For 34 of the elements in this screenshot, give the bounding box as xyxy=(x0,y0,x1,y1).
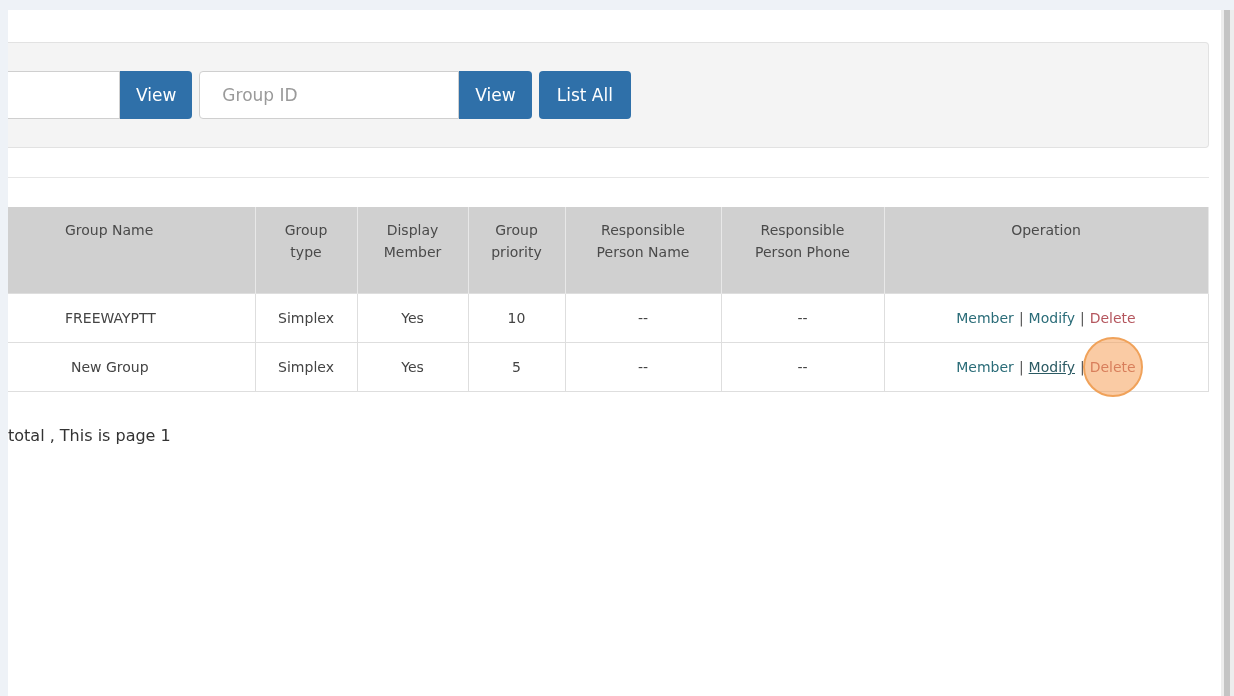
action-link[interactable]: Modify xyxy=(1028,310,1075,326)
action-link[interactable]: Member xyxy=(956,359,1014,375)
search-field[interactable] xyxy=(8,71,120,119)
view-button[interactable]: View xyxy=(459,71,532,119)
table-cell: Yes xyxy=(357,342,468,392)
list-all-button[interactable]: List All xyxy=(538,71,631,119)
view-button[interactable]: View xyxy=(120,71,193,119)
table-cell: 5 xyxy=(468,342,565,392)
separator-text: | xyxy=(1080,310,1085,326)
table-cell: New Group xyxy=(8,342,255,392)
table-cell: -- xyxy=(565,293,721,343)
table-cell: Simplex xyxy=(255,342,357,392)
table-cell: Yes xyxy=(357,293,468,343)
separator-text: | xyxy=(1080,359,1085,375)
delete-link[interactable]: Delete xyxy=(1089,310,1136,326)
column-header: Display Member xyxy=(357,207,468,294)
column-header: Operation xyxy=(884,207,1208,294)
separator-text: | xyxy=(1018,359,1024,375)
pagination-text: total , This is page 1 xyxy=(8,426,171,445)
table-cell: Simplex xyxy=(255,293,357,343)
column-header: Group priority xyxy=(468,207,565,294)
table-cell: -- xyxy=(721,342,884,392)
table-cell: -- xyxy=(721,293,884,343)
column-header: Responsible Person Name xyxy=(565,207,721,294)
table-cell: -- xyxy=(565,342,721,392)
search-field[interactable]: Group ID xyxy=(199,71,460,119)
table-cell: FREEWAYPTT xyxy=(8,293,255,343)
action-link[interactable]: Modify xyxy=(1028,359,1075,375)
column-header: Group type xyxy=(255,207,357,294)
column-header: Group Name xyxy=(8,207,255,294)
table-cell: 10 xyxy=(468,293,565,343)
column-header: Responsible Person Phone xyxy=(721,207,884,294)
separator-text: | xyxy=(1018,310,1024,326)
action-link[interactable]: Member xyxy=(956,310,1014,326)
